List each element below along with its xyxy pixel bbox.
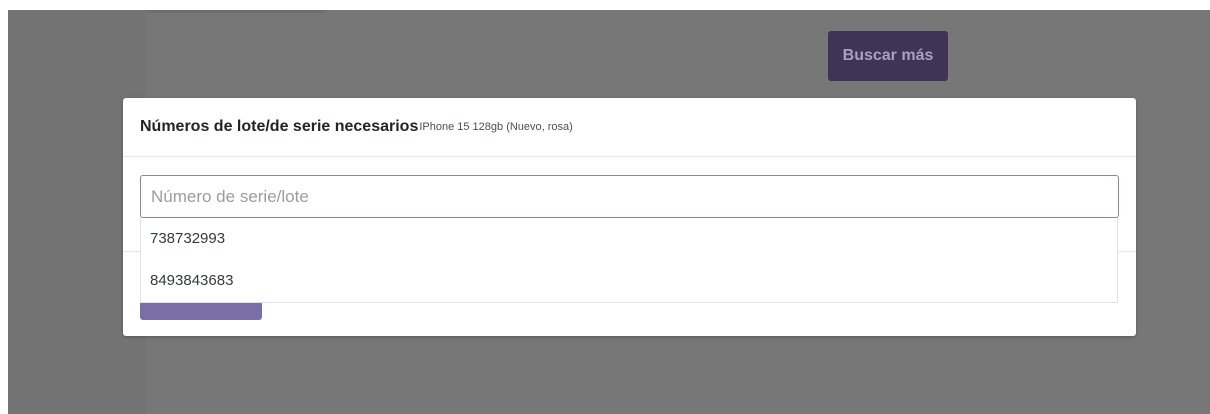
backdrop-tab-indicator	[146, 10, 326, 13]
modal-title: Números de lote/de serie necesarios	[140, 118, 419, 135]
suggestion-item[interactable]: 738732993	[141, 218, 1117, 260]
buscar-mas-button[interactable]: Buscar más	[828, 31, 948, 81]
serial-numbers-modal: Números de lote/de serie necesarios IPho…	[123, 98, 1136, 336]
suggestions-dropdown: 738732993 8493843683	[140, 218, 1118, 303]
modal-product-subtitle: IPhone 15 128gb (Nuevo, rosa)	[419, 121, 573, 133]
serial-number-input[interactable]	[140, 175, 1119, 218]
modal-header: Números de lote/de serie necesarios IPho…	[123, 98, 1136, 157]
suggestion-item[interactable]: 8493843683	[141, 260, 1117, 302]
